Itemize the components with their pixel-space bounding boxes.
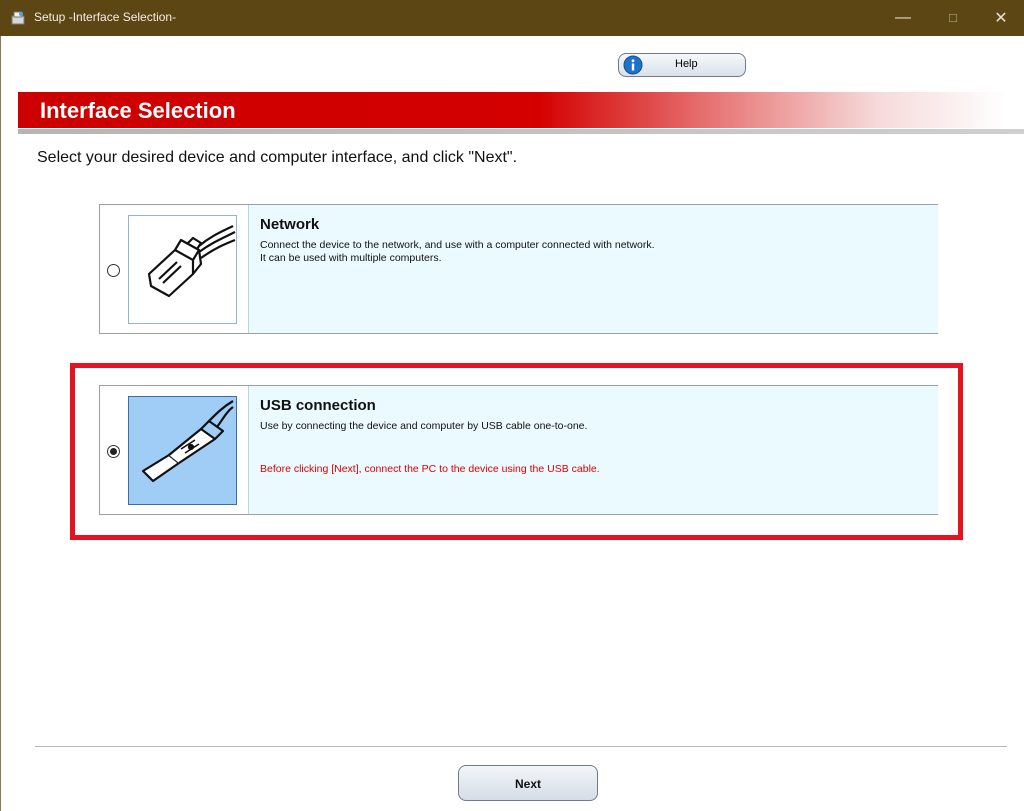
network-description: Connect the device to the network, and u… xyxy=(260,239,655,265)
page-title: Interface Selection xyxy=(40,98,236,123)
page-banner: Interface Selection xyxy=(18,92,1006,128)
info-icon xyxy=(623,55,643,75)
next-button[interactable]: Next xyxy=(458,765,598,801)
network-title: Network xyxy=(260,216,320,233)
selection-highlight-frame xyxy=(70,363,963,540)
setup-app-icon xyxy=(11,11,25,25)
window-border xyxy=(0,36,1,811)
help-button[interactable]: Help xyxy=(618,53,746,77)
help-button-label: Help xyxy=(675,58,698,70)
footer-divider xyxy=(35,746,1007,747)
network-desc-line1: Connect the device to the network, and u… xyxy=(260,239,655,251)
maximize-button[interactable]: ☐ xyxy=(930,0,976,36)
network-radio[interactable] xyxy=(107,264,120,277)
network-description-panel[interactable]: Network Connect the device to the networ… xyxy=(248,205,938,333)
option-network[interactable]: Network Connect the device to the networ… xyxy=(99,204,938,334)
window-title: Setup -Interface Selection- xyxy=(34,10,177,24)
network-desc-line2: It can be used with multiple computers. xyxy=(260,252,442,264)
network-thumbnail[interactable] xyxy=(128,215,237,324)
next-button-label: Next xyxy=(514,777,541,791)
ethernet-plug-icon xyxy=(147,225,236,298)
minimize-button[interactable]: — xyxy=(880,0,926,36)
close-button[interactable]: ✕ xyxy=(978,0,1024,36)
banner-divider xyxy=(18,129,1024,134)
title-bar: Setup -Interface Selection- — ☐ ✕ xyxy=(0,0,1024,36)
instruction-text: Select your desired device and computer … xyxy=(37,149,518,166)
